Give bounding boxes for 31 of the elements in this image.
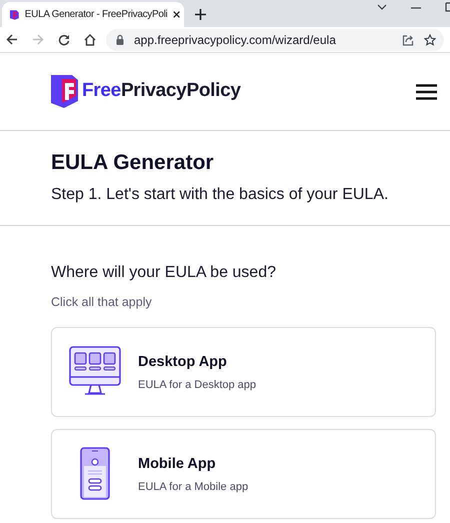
url-text: app.freeprivacypolicy.com/wizard/eula xyxy=(134,32,337,48)
option-card[interactable]: Desktop App EULA for a Desktop app xyxy=(51,327,436,417)
smartphone-icon xyxy=(80,447,110,501)
menu-icon[interactable] xyxy=(416,84,437,100)
back-icon[interactable] xyxy=(6,34,18,45)
lock-icon xyxy=(116,34,124,44)
page-title: EULA Generator xyxy=(51,150,215,176)
browser-tab[interactable]: EULA Generator - FreePrivacyPoli xyxy=(2,2,184,27)
close-icon[interactable] xyxy=(172,10,180,19)
reload-icon[interactable] xyxy=(58,34,70,46)
chevron-down-icon[interactable] xyxy=(377,4,387,10)
desktop-monitor-icon xyxy=(69,346,121,398)
new-tab-icon[interactable] xyxy=(195,9,206,20)
logo-icon xyxy=(51,75,78,108)
option-card[interactable]: Mobile App EULA for a Mobile app xyxy=(51,429,436,519)
share-icon[interactable] xyxy=(402,34,414,46)
option-description: EULA for a Desktop app xyxy=(138,378,256,392)
option-title: Desktop App xyxy=(138,352,228,370)
address-bar[interactable]: app.freeprivacypolicy.com/wizard/eula xyxy=(106,28,444,50)
option-title: Mobile App xyxy=(138,454,217,472)
home-icon[interactable] xyxy=(84,34,96,46)
favicon-icon xyxy=(10,8,19,20)
option-description: EULA for a Mobile app xyxy=(138,480,248,494)
maximize-icon[interactable] xyxy=(445,2,450,12)
brand-name: FreePrivacyPolicy xyxy=(82,79,241,104)
step-description: Step 1. Let's start with the basics of your EULA. xyxy=(51,185,390,205)
hint-text: Click all that apply xyxy=(51,294,153,310)
question-label: Where will your EULA be used? xyxy=(51,263,277,283)
minimize-icon[interactable] xyxy=(411,7,421,9)
star-icon[interactable] xyxy=(424,34,436,46)
tab-title: EULA Generator - FreePrivacyPoli xyxy=(24,8,167,22)
